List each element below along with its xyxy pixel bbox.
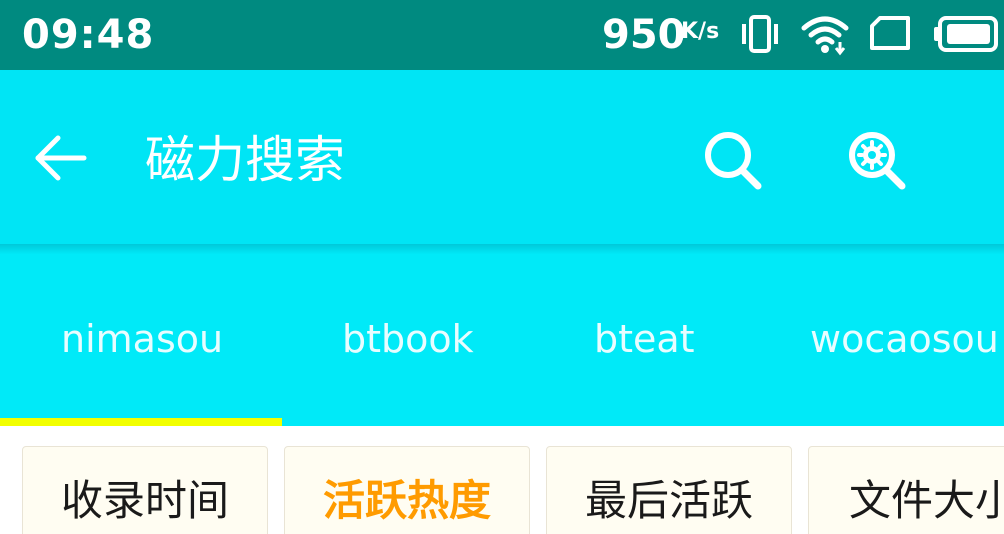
sort-options: 收录时间 活跃热度 最后活跃 文件大小 (0, 426, 1004, 534)
tab-wocaosou[interactable]: wocaosou (810, 314, 999, 364)
wifi-icon (801, 16, 849, 56)
search-icon[interactable] (698, 125, 768, 195)
tab-indicator (0, 418, 282, 426)
sort-chip-label: 活跃热度 (322, 476, 491, 525)
sort-by-activity[interactable]: 活跃热度 (284, 446, 530, 534)
app-screen: 09:48 950 K/s 磁力搜索 nimasou btbook bteat … (0, 0, 1004, 534)
sort-by-last-active[interactable]: 最后活跃 (546, 446, 792, 534)
sort-chip-label: 收录时间 (60, 476, 229, 525)
search-settings-icon[interactable] (842, 125, 912, 195)
tab-btbook[interactable]: btbook (342, 314, 474, 364)
engine-tabs: nimasou btbook bteat wocaosou (0, 254, 1004, 426)
toolbar-shadow (0, 244, 1004, 254)
sim-card-icon (870, 16, 910, 50)
back-arrow-icon[interactable] (30, 128, 90, 188)
status-time: 09:48 (22, 12, 155, 58)
sort-by-indexed-time[interactable]: 收录时间 (22, 446, 268, 534)
page-title: 磁力搜索 (145, 131, 345, 189)
vibrate-icon (742, 15, 778, 53)
tab-nimasou[interactable]: nimasou (61, 314, 223, 364)
app-toolbar: 磁力搜索 (0, 70, 1004, 246)
status-bar: 09:48 950 K/s (0, 0, 1004, 70)
sort-by-file-size[interactable]: 文件大小 (808, 446, 1004, 534)
tab-bteat[interactable]: bteat (594, 314, 695, 364)
sort-chip-label: 文件大小 (849, 476, 1004, 525)
network-speed-unit: K/s (681, 19, 720, 44)
battery-icon (934, 16, 998, 52)
sort-chip-label: 最后活跃 (584, 476, 753, 525)
network-speed: 950 (602, 12, 686, 58)
